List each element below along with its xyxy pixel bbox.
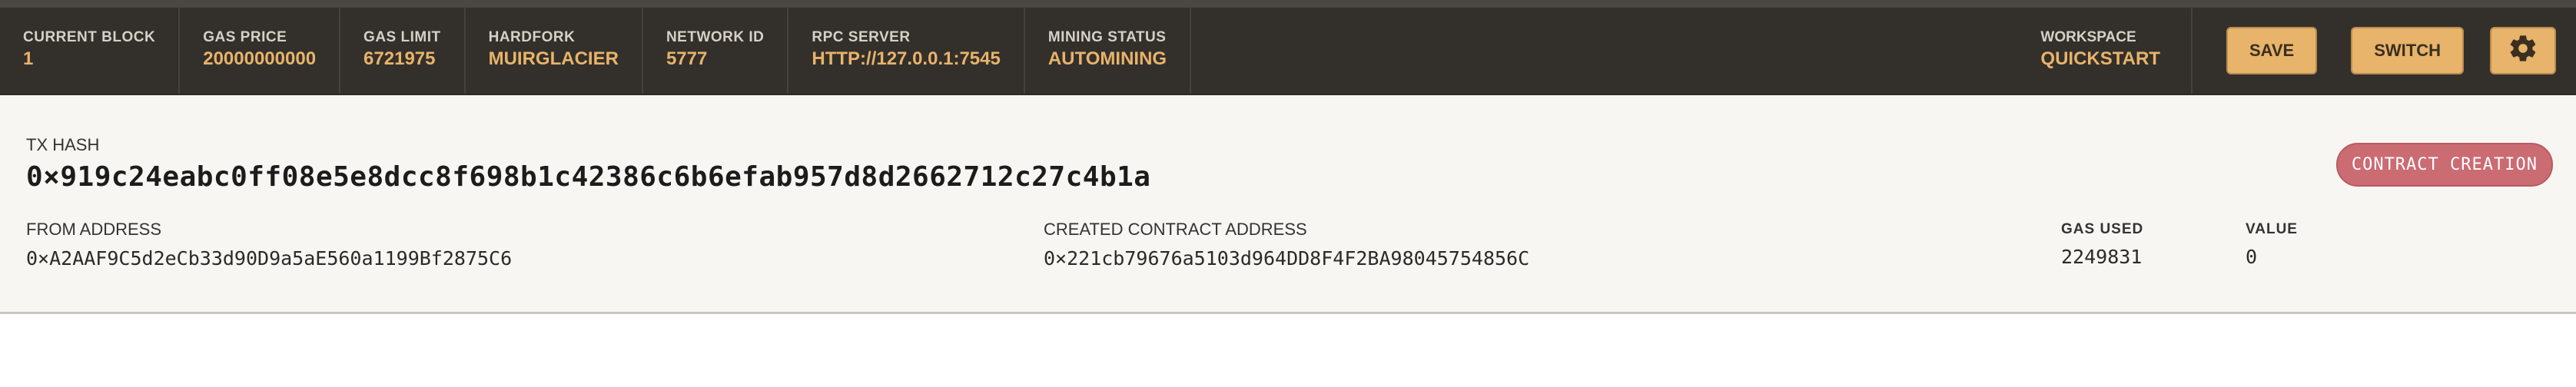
gas-used-value: 2249831 xyxy=(2061,246,2143,268)
stat-label: MINING STATUS xyxy=(1047,29,1167,45)
stat-label: RPC SERVER xyxy=(812,29,911,45)
tx-type-badge: CONTRACT CREATION xyxy=(2335,143,2553,187)
value-amount: 0 xyxy=(2246,246,2258,268)
stat-gas-limit: GAS LIMIT 6721975 xyxy=(340,8,466,94)
stat-network-id: NETWORK ID 5777 xyxy=(643,8,789,94)
from-address-label: FROM ADDRESS xyxy=(26,220,162,239)
stat-value: 5777 xyxy=(666,48,708,69)
stat-value: MUIRGLACIER xyxy=(488,48,619,69)
from-address-value: 0×A2AAF9C5d2eCb33d90D9a5aE560a1199Bf2875… xyxy=(26,247,513,270)
transaction-detail: TX HASH 0×919c24eabc0ff08e5e8dcc8f698b1c… xyxy=(0,95,2576,314)
value-field: VALUE 0 xyxy=(2246,221,2298,268)
stat-label: NETWORK ID xyxy=(666,29,765,45)
stat-value: 1 xyxy=(23,48,34,69)
contract-address-label: CREATED CONTRACT ADDRESS xyxy=(1044,220,1307,239)
contract-address-value: 0×221cb79676a5103d964DD8F4F2BA9804575485… xyxy=(1044,247,1530,270)
from-address-field: FROM ADDRESS 0×A2AAF9C5d2eCb33d90D9a5aE5… xyxy=(26,220,512,270)
value-label: VALUE xyxy=(2246,221,2298,237)
workspace-name: QUICKSTART xyxy=(2040,48,2160,69)
workspace-indicator: WORKSPACE QUICKSTART xyxy=(2010,8,2193,94)
stat-label: GAS PRICE xyxy=(203,29,287,45)
stat-hardfork: HARDFORK MUIRGLACIER xyxy=(466,8,643,94)
tx-hash-label: TX HASH xyxy=(26,135,100,154)
tx-hash-value: 0×919c24eabc0ff08e5e8dcc8f698b1c42386c6b… xyxy=(26,161,1151,193)
window-top-strip xyxy=(0,0,2576,8)
status-bar: CURRENT BLOCK 1 GAS PRICE 20000000000 GA… xyxy=(0,8,2576,95)
stat-rpc-server: RPC SERVER HTTP://127.0.0.1:7545 xyxy=(788,8,1025,94)
stat-label: HARDFORK xyxy=(488,29,576,45)
gas-used-field: GAS USED 2249831 xyxy=(2061,221,2143,268)
stat-value: AUTOMINING xyxy=(1047,48,1167,69)
settings-button[interactable] xyxy=(2490,27,2556,74)
gas-used-label: GAS USED xyxy=(2061,221,2144,237)
workspace-label: WORKSPACE xyxy=(2040,29,2136,45)
stat-value: 20000000000 xyxy=(203,48,317,69)
gear-icon xyxy=(2508,33,2538,68)
stat-mining-status: MINING STATUS AUTOMINING xyxy=(1025,8,1192,94)
switch-button[interactable]: SWITCH xyxy=(2351,27,2464,74)
stat-value: HTTP://127.0.0.1:7545 xyxy=(812,48,1001,69)
stat-gas-price: GAS PRICE 20000000000 xyxy=(180,8,341,94)
contract-address-field: CREATED CONTRACT ADDRESS 0×221cb79676a51… xyxy=(1044,220,1529,270)
stat-label: GAS LIMIT xyxy=(363,29,441,45)
save-button[interactable]: SAVE xyxy=(2226,27,2318,74)
stat-current-block: CURRENT BLOCK 1 xyxy=(0,8,181,94)
stat-value: 6721975 xyxy=(363,48,436,69)
stat-label: CURRENT BLOCK xyxy=(23,29,156,45)
